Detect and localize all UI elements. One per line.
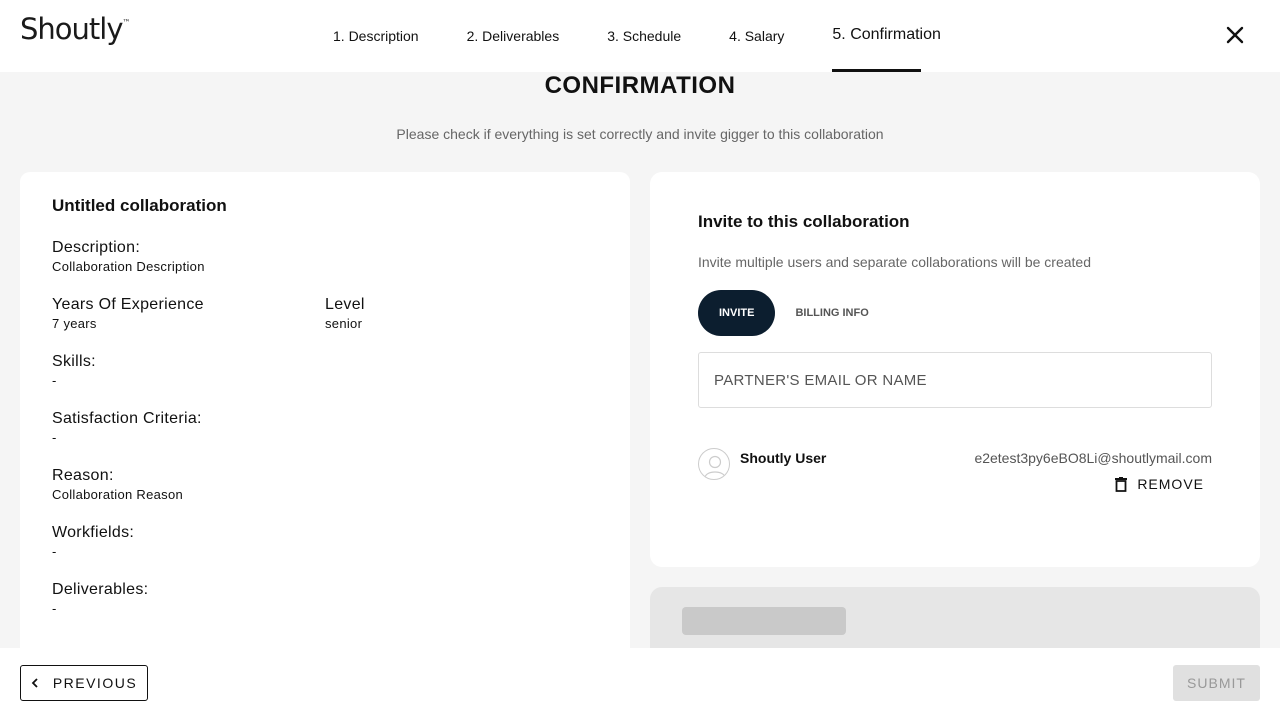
tab-invite[interactable]: INVITE [698, 290, 776, 336]
skills-label: Skills: [52, 353, 96, 370]
submit-button[interactable]: SUBMIT [1173, 665, 1260, 701]
criteria-field: Satisfaction Criteria: - [52, 409, 598, 447]
workfields-label: Workfields: [52, 524, 135, 541]
workfields-value: - [52, 544, 57, 559]
remove-label: REMOVE [1137, 476, 1204, 492]
step-navigation: 1. Description 2. Deliverables 3. Schedu… [333, 0, 989, 72]
collaboration-title: Untitled collaboration [52, 196, 227, 215]
trash-icon [1115, 476, 1128, 492]
page-subtitle: Please check if everything is set correc… [396, 126, 884, 142]
invited-user-row: Shoutly User e2etest3py6eBO8Li@shoutlyma… [698, 448, 1212, 508]
skeleton-placeholder [682, 607, 846, 635]
bottom-bar: PREVIOUS SUBMIT [0, 648, 1280, 720]
step-confirmation[interactable]: 5. Confirmation [832, 0, 941, 72]
deliverables-value: - [52, 601, 57, 616]
invite-title: Invite to this collaboration [698, 212, 910, 231]
reason-label: Reason: [52, 467, 114, 484]
skills-field: Skills: - [52, 352, 598, 390]
experience-value: 7 years [52, 316, 97, 331]
user-email: e2etest3py6eBO8Li@shoutlymail.com [974, 450, 1212, 466]
page-title: CONFIRMATION [544, 72, 736, 99]
experience-label: Years Of Experience [52, 296, 204, 313]
level-value: senior [325, 316, 363, 331]
step-salary[interactable]: 4. Salary [729, 0, 784, 72]
avatar [698, 448, 730, 480]
step-description[interactable]: 1. Description [333, 0, 419, 72]
criteria-label: Satisfaction Criteria: [52, 410, 202, 427]
shoutly-logo[interactable]: Shoutly™ [20, 12, 131, 46]
step-schedule[interactable]: 3. Schedule [607, 0, 681, 72]
reason-field: Reason: Collaboration Reason [52, 466, 598, 504]
skills-value: - [52, 373, 57, 388]
remove-button[interactable]: REMOVE [1115, 476, 1204, 492]
workfields-field: Workfields: - [52, 523, 598, 561]
invite-tabs: INVITE BILLING INFO [698, 290, 1212, 336]
user-name: Shoutly User [740, 450, 827, 466]
top-bar: Shoutly™ 1. Description 2. Deliverables … [0, 0, 1280, 72]
description-field: Description: Collaboration Description [52, 238, 598, 276]
previous-label: PREVIOUS [52, 675, 138, 691]
tab-billing-info[interactable]: BILLING INFO [775, 290, 889, 336]
level-label: Level [325, 296, 365, 313]
close-icon[interactable] [1224, 24, 1246, 46]
invite-subtitle: Invite multiple users and separate colla… [698, 254, 1091, 270]
description-label: Description: [52, 239, 141, 256]
description-value: Collaboration Description [52, 259, 205, 274]
experience-field: Years Of Experience 7 years [52, 295, 325, 333]
deliverables-field: Deliverables: - [52, 580, 598, 618]
partner-search-input[interactable] [714, 371, 1196, 389]
previous-button[interactable]: PREVIOUS [20, 665, 148, 701]
partner-search-field[interactable] [698, 352, 1212, 408]
reason-value: Collaboration Reason [52, 487, 184, 502]
collaboration-summary-card: Untitled collaboration Description: Coll… [20, 172, 630, 652]
chevron-left-icon [31, 678, 38, 688]
criteria-value: - [52, 430, 57, 445]
invite-card: Invite to this collaboration Invite mult… [650, 172, 1260, 567]
step-deliverables[interactable]: 2. Deliverables [467, 0, 560, 72]
deliverables-label: Deliverables: [52, 581, 149, 598]
level-field: Level senior [325, 295, 598, 333]
